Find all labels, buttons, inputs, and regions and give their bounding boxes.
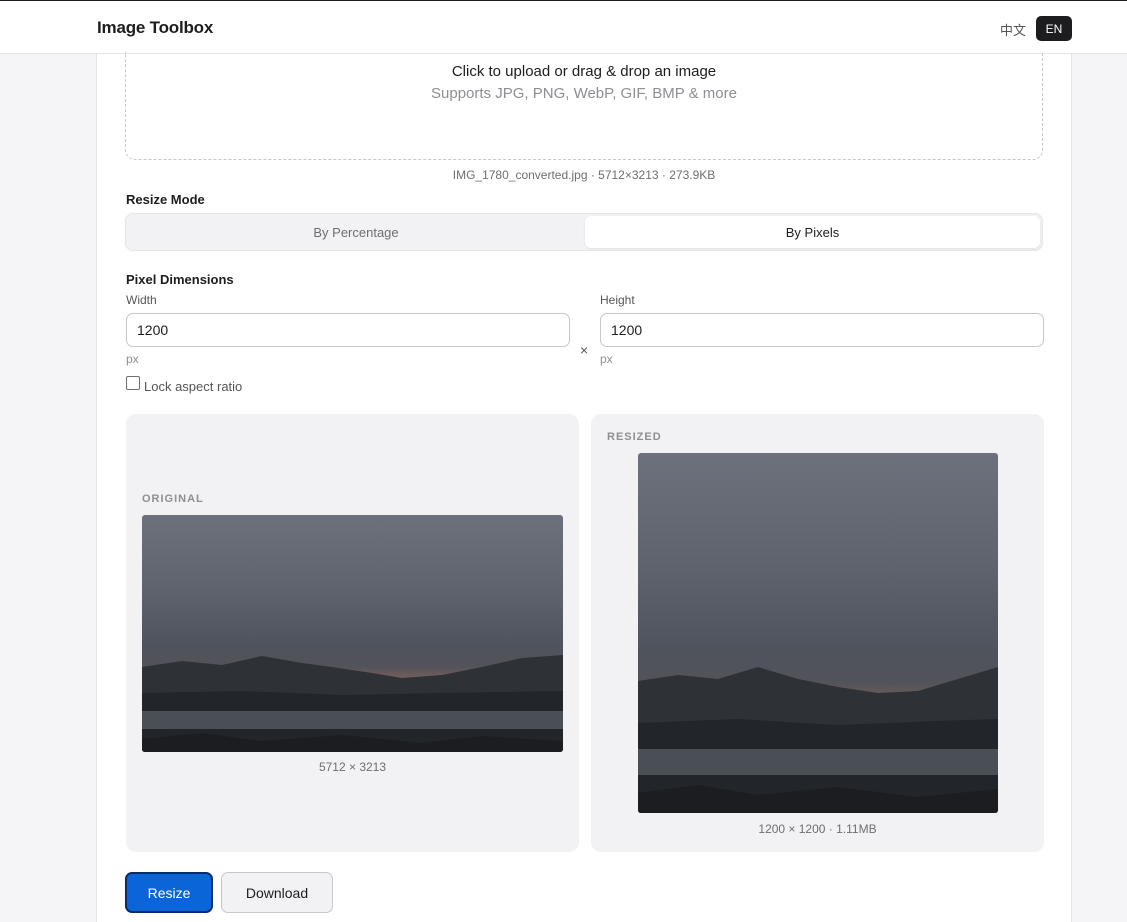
resized-preview-card: RESIZED 1200 × 1200 · 1.11MB xyxy=(591,414,1044,852)
top-bar: Image Toolbox 中文 EN xyxy=(0,0,1127,54)
height-unit: px xyxy=(600,352,613,366)
resized-image xyxy=(638,453,998,813)
app-title: Image Toolbox xyxy=(97,18,214,37)
upload-subtitle: Supports JPG, PNG, WebP, GIF, BMP & more xyxy=(431,85,737,102)
resize-mode-label: Resize Mode xyxy=(126,192,205,207)
original-dimensions: 5712 × 3213 xyxy=(318,760,387,774)
original-image xyxy=(142,515,563,752)
height-input[interactable] xyxy=(600,313,1044,347)
language-zh-button[interactable]: 中文 xyxy=(1000,20,1026,39)
width-label: Width xyxy=(126,293,157,307)
lock-aspect-label[interactable]: Lock aspect ratio xyxy=(144,379,242,394)
original-caption: ORIGINAL xyxy=(142,493,204,505)
mode-by-pixels-tab[interactable]: By Pixels xyxy=(585,216,1040,248)
times-separator: × xyxy=(580,342,589,358)
main-panel: Click to upload or drag & drop an image … xyxy=(96,52,1072,922)
resize-button[interactable]: Resize xyxy=(125,872,213,913)
upload-dropzone[interactable]: Click to upload or drag & drop an image … xyxy=(125,52,1043,160)
width-input[interactable] xyxy=(126,313,570,347)
resize-mode-toggle: By Percentage By Pixels xyxy=(125,213,1043,251)
language-en-button[interactable]: EN xyxy=(1036,16,1072,41)
mode-by-percentage-tab[interactable]: By Percentage xyxy=(128,216,584,248)
width-unit: px xyxy=(126,352,139,366)
download-button[interactable]: Download xyxy=(221,872,333,913)
pixel-dimensions-label: Pixel Dimensions xyxy=(126,272,234,287)
upload-title: Click to upload or drag & drop an image xyxy=(451,63,717,80)
resized-dimensions: 1200 × 1200 · 1.11MB xyxy=(758,822,877,836)
lock-aspect-checkbox[interactable] xyxy=(126,376,140,390)
resized-caption: RESIZED xyxy=(607,431,662,443)
original-preview-card: ORIGINAL 5712 × 3213 xyxy=(126,414,579,852)
height-label: Height xyxy=(600,293,635,307)
file-info: IMG_1780_converted.jpg · 5712×3213 · 273… xyxy=(452,168,716,182)
